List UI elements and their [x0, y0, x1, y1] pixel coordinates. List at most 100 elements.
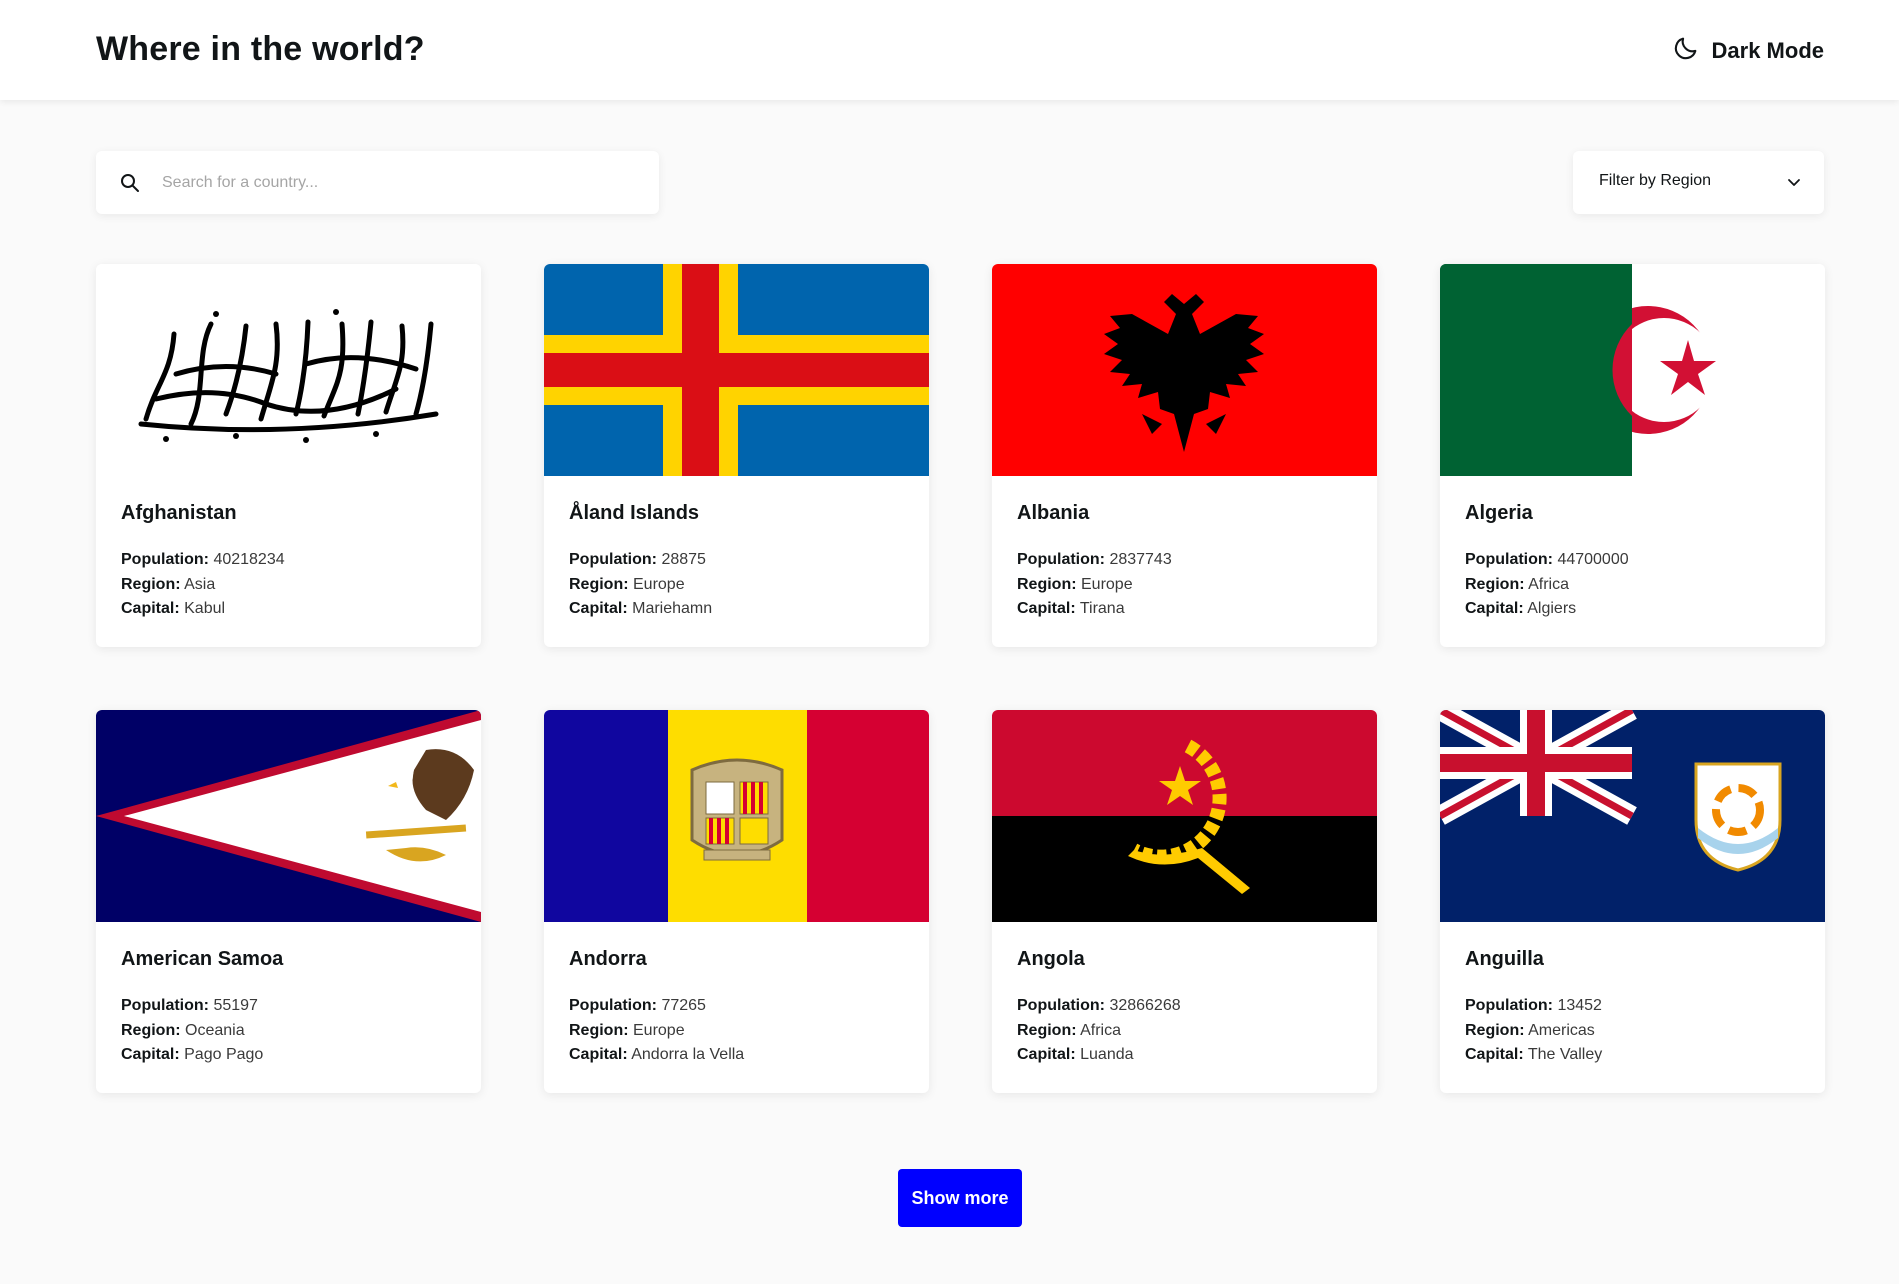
search-input[interactable] [162, 151, 642, 214]
country-card[interactable]: Andorra Population: 77265 Region: Europe… [544, 710, 929, 1093]
population-stat: Population: 55197 [121, 994, 456, 1019]
capital-stat: Capital: The Valley [1465, 1043, 1800, 1068]
region-filter-dropdown[interactable]: Filter by Region [1573, 151, 1824, 214]
region-label: Region: [569, 1021, 629, 1039]
country-name: Andorra [569, 948, 647, 970]
card-body: American Samoa Population: 55197 Region:… [96, 922, 481, 1068]
region-label: Region: [569, 575, 629, 593]
region-stat: Region: Africa [1017, 1019, 1352, 1044]
search-box [96, 151, 659, 214]
capital-label: Capital: [569, 600, 628, 617]
population-stat: Population: 44700000 [1465, 548, 1800, 573]
region-value: Europe [633, 575, 685, 593]
capital-stat: Capital: Luanda [1017, 1043, 1352, 1068]
card-body: Anguilla Population: 13452 Region: Ameri… [1440, 922, 1825, 1068]
aland-islands-flag [544, 264, 929, 476]
region-value: Africa [1080, 1021, 1122, 1039]
region-value: Oceania [185, 1021, 245, 1039]
population-label: Population: [121, 551, 209, 568]
population-value: 44700000 [1557, 551, 1629, 568]
region-label: Region: [1465, 575, 1525, 593]
search-icon[interactable] [120, 173, 140, 198]
dark-mode-toggle[interactable]: Dark Mode [1672, 34, 1824, 68]
show-more-button[interactable]: Show more [898, 1169, 1022, 1227]
country-card[interactable]: Åland Islands Population: 28875 Region: … [544, 264, 929, 647]
population-stat: Population: 13452 [1465, 994, 1800, 1019]
country-name: Anguilla [1465, 948, 1544, 970]
region-stat: Region: Americas [1465, 1019, 1800, 1044]
capital-label: Capital: [121, 1046, 180, 1063]
population-label: Population: [569, 997, 657, 1014]
capital-value: Algiers [1527, 600, 1577, 617]
country-grid: Afghanistan Population: 40218234 Region:… [96, 264, 1825, 1093]
population-label: Population: [1017, 997, 1105, 1014]
region-stat: Region: Oceania [121, 1019, 456, 1044]
country-name: Afghanistan [121, 502, 237, 524]
population-label: Population: [1465, 551, 1553, 568]
capital-stat: Capital: Andorra la Vella [569, 1043, 904, 1068]
page-title: Where in the world? [96, 30, 425, 68]
card-body: Algeria Population: 44700000 Region: Afr… [1440, 476, 1825, 622]
capital-label: Capital: [569, 1046, 628, 1063]
capital-label: Capital: [1017, 600, 1076, 617]
population-stat: Population: 32866268 [1017, 994, 1352, 1019]
population-value: 77265 [661, 997, 706, 1014]
country-card[interactable]: Albania Population: 2837743 Region: Euro… [992, 264, 1377, 647]
country-name: American Samoa [121, 948, 284, 970]
capital-label: Capital: [1465, 600, 1524, 617]
capital-value: Kabul [184, 600, 226, 617]
population-value: 13452 [1557, 997, 1602, 1014]
region-label: Region: [121, 575, 181, 593]
region-value: Europe [633, 1021, 685, 1039]
moon-icon [1672, 34, 1700, 68]
population-label: Population: [569, 551, 657, 568]
region-label: Region: [1017, 1021, 1077, 1039]
population-stat: Population: 2837743 [1017, 548, 1352, 573]
region-stat: Region: Europe [569, 1019, 904, 1044]
population-stat: Population: 77265 [569, 994, 904, 1019]
card-body: Afghanistan Population: 40218234 Region:… [96, 476, 481, 622]
country-card[interactable]: Angola Population: 32866268 Region: Afri… [992, 710, 1377, 1093]
country-name: Algeria [1465, 502, 1533, 524]
country-card[interactable]: Anguilla Population: 13452 Region: Ameri… [1440, 710, 1825, 1093]
population-label: Population: [1465, 997, 1553, 1014]
capital-value: Tirana [1079, 600, 1125, 617]
region-label: Region: [121, 1021, 181, 1039]
region-value: Americas [1528, 1021, 1595, 1039]
capital-label: Capital: [121, 600, 180, 617]
region-label: Region: [1465, 1021, 1525, 1039]
capital-stat: Capital: Pago Pago [121, 1043, 456, 1068]
andorra-flag [544, 710, 929, 922]
population-value: 2837743 [1109, 551, 1172, 568]
population-stat: Population: 40218234 [121, 548, 456, 573]
capital-stat: Capital: Mariehamn [569, 597, 904, 622]
card-body: Angola Population: 32866268 Region: Afri… [992, 922, 1377, 1068]
country-card[interactable]: American Samoa Population: 55197 Region:… [96, 710, 481, 1093]
chevron-down-icon [1786, 174, 1802, 195]
capital-stat: Capital: Algiers [1465, 597, 1800, 622]
angola-flag [992, 710, 1377, 922]
dark-mode-label: Dark Mode [1711, 38, 1824, 63]
region-value: Asia [184, 575, 216, 593]
country-card[interactable]: Algeria Population: 44700000 Region: Afr… [1440, 264, 1825, 647]
region-value: Africa [1528, 575, 1570, 593]
card-body: Andorra Population: 77265 Region: Europe… [544, 922, 929, 1068]
albania-flag [992, 264, 1377, 476]
region-stat: Region: Europe [569, 573, 904, 598]
card-body: Åland Islands Population: 28875 Region: … [544, 476, 929, 622]
population-value: 32866268 [1109, 997, 1181, 1014]
population-label: Population: [121, 997, 209, 1014]
population-value: 28875 [661, 551, 706, 568]
filter-label: Filter by Region [1599, 172, 1712, 189]
region-stat: Region: Africa [1465, 573, 1800, 598]
card-body: Albania Population: 2837743 Region: Euro… [992, 476, 1377, 622]
population-label: Population: [1017, 551, 1105, 568]
capital-value: Luanda [1080, 1046, 1134, 1063]
region-stat: Region: Asia [121, 573, 456, 598]
population-stat: Population: 28875 [569, 548, 904, 573]
capital-value: Mariehamn [632, 600, 713, 617]
capital-label: Capital: [1017, 1046, 1076, 1063]
anguilla-flag [1440, 710, 1825, 922]
country-card[interactable]: Afghanistan Population: 40218234 Region:… [96, 264, 481, 647]
capital-label: Capital: [1465, 1046, 1524, 1063]
